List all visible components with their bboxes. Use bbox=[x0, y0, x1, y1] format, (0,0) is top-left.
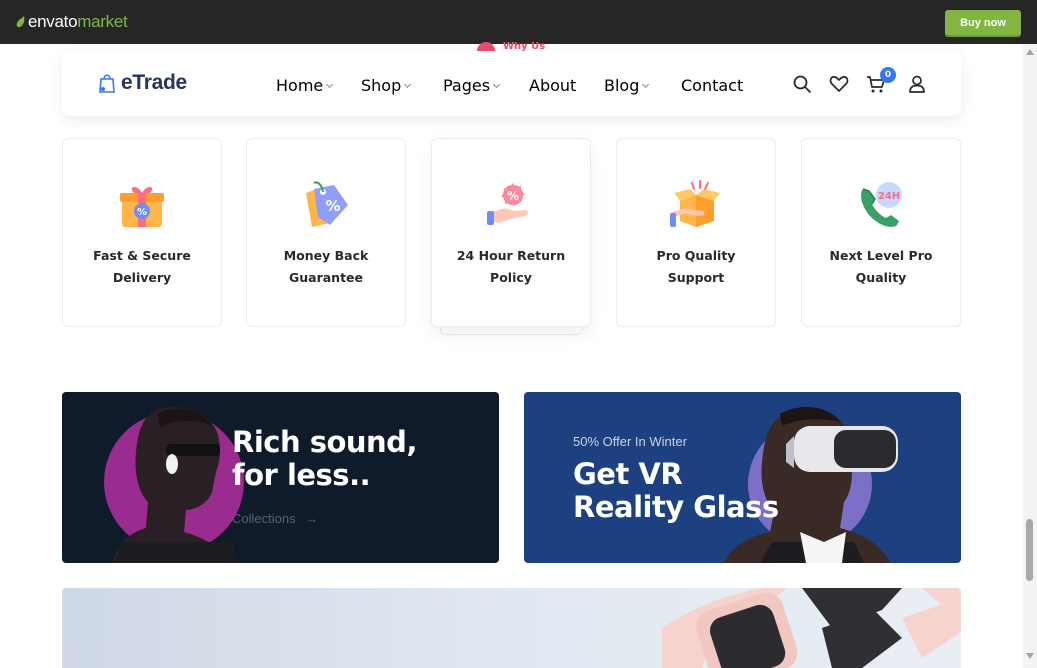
svg-text:%: % bbox=[325, 197, 340, 215]
feature-card-quality[interactable]: 24H Next Level Pro Quality bbox=[801, 138, 961, 327]
promo-banner-headphones[interactable]: Rich sound, for less.. Collections → bbox=[62, 392, 499, 563]
gift-percent-icon: % bbox=[120, 186, 164, 227]
site-header: eTrade Home Shop Pages About Blog Contac… bbox=[62, 51, 961, 116]
envato-market-logo[interactable]: envato market bbox=[16, 11, 128, 33]
nav-blog[interactable]: Blog bbox=[604, 76, 650, 95]
envato-top-bar: envato market Buy now bbox=[0, 0, 1037, 44]
feature-label-line2: Policy bbox=[490, 270, 532, 285]
phone-24h-icon: 24H bbox=[861, 182, 902, 227]
feature-label-line2: Support bbox=[667, 270, 725, 285]
svg-text:24H: 24H bbox=[878, 191, 900, 202]
nav-pages-label: Pages bbox=[443, 76, 491, 95]
chevron-down-icon bbox=[642, 80, 650, 88]
promo-banner-vr[interactable]: 50% Offer In Winter Get VR Reality Glass bbox=[524, 392, 961, 563]
promo-left-title: Rich sound, for less.. bbox=[232, 426, 417, 492]
nav-blog-label: Blog bbox=[604, 76, 640, 95]
arrow-right-icon: → bbox=[305, 511, 319, 526]
user-icon[interactable] bbox=[907, 74, 927, 94]
promo-right-title-line2: Reality Glass bbox=[573, 490, 779, 524]
chevron-down-icon bbox=[493, 80, 501, 88]
feature-card-support[interactable]: Pro Quality Support bbox=[616, 138, 776, 327]
page-scrollbar[interactable] bbox=[1023, 44, 1037, 668]
promo-right-title: Get VR Reality Glass bbox=[573, 458, 779, 524]
chevron-down-icon bbox=[326, 80, 334, 88]
promo-right-subtitle: 50% Offer In Winter bbox=[573, 434, 687, 449]
feature-label-line1: Next Level Pro bbox=[829, 248, 933, 263]
smartwatch-hero-banner[interactable] bbox=[62, 588, 961, 668]
market-wordmark: market bbox=[77, 12, 128, 31]
promo-left-title-line2: for less.. bbox=[232, 458, 371, 492]
cart-count-badge: 0 bbox=[880, 67, 896, 83]
feature-label-line2: Quality bbox=[855, 270, 907, 285]
feature-label-line1: Fast & Secure bbox=[93, 248, 191, 263]
buy-now-button[interactable]: Buy now bbox=[945, 10, 1021, 35]
feature-label-line1: Money Back bbox=[283, 248, 369, 263]
svg-text:%: % bbox=[507, 189, 519, 203]
smartwatch-illustration bbox=[662, 588, 961, 668]
open-box-icon bbox=[670, 180, 720, 227]
scrollbar-thumb[interactable] bbox=[1026, 519, 1033, 581]
feature-label-line2: Guarantee bbox=[288, 270, 364, 285]
nav-pages[interactable]: Pages bbox=[443, 76, 501, 95]
hand-percent-icon: % bbox=[487, 183, 528, 225]
shopping-bag-logo-icon bbox=[99, 74, 115, 93]
feature-label-line2: Delivery bbox=[112, 270, 172, 285]
price-tag-icon: % bbox=[306, 181, 348, 227]
feature-card-return[interactable]: % 24 Hour Return Policy bbox=[431, 138, 591, 327]
feature-card-delivery[interactable]: % Fast & Secure Delivery bbox=[62, 138, 222, 327]
svg-text:%: % bbox=[137, 207, 147, 218]
nav-shop-label: Shop bbox=[361, 76, 402, 95]
envato-wordmark: envato bbox=[28, 12, 78, 31]
search-icon[interactable] bbox=[792, 74, 812, 94]
nav-contact-label: Contact bbox=[681, 76, 744, 95]
feature-label-line1: 24 Hour Return bbox=[456, 248, 566, 263]
heart-icon[interactable] bbox=[829, 74, 849, 94]
promo-right-title-line1: Get VR bbox=[573, 457, 683, 491]
nav-about[interactable]: About bbox=[529, 76, 576, 95]
promo-left-title-line1: Rich sound, bbox=[232, 425, 417, 459]
chevron-down-icon bbox=[404, 80, 412, 88]
scroll-down-arrow-icon[interactable] bbox=[1026, 653, 1034, 659]
etrade-logo[interactable]: eTrade bbox=[97, 71, 187, 95]
brand-name: eTrade bbox=[121, 71, 187, 94]
nav-contact[interactable]: Contact bbox=[681, 76, 743, 95]
feature-label-line1: Pro Quality bbox=[656, 248, 736, 263]
nav-shop[interactable]: Shop bbox=[361, 76, 412, 95]
envato-leaf-icon bbox=[16, 16, 25, 28]
nav-home-label: Home bbox=[276, 76, 324, 95]
scroll-up-arrow-icon[interactable] bbox=[1026, 49, 1034, 55]
nav-about-label: About bbox=[529, 76, 577, 95]
nav-home[interactable]: Home bbox=[276, 76, 334, 95]
feature-card-money-back[interactable]: % Money Back Guarantee bbox=[246, 138, 406, 327]
collections-link[interactable]: Collections → bbox=[232, 511, 318, 526]
collections-link-label: Collections bbox=[232, 511, 296, 526]
